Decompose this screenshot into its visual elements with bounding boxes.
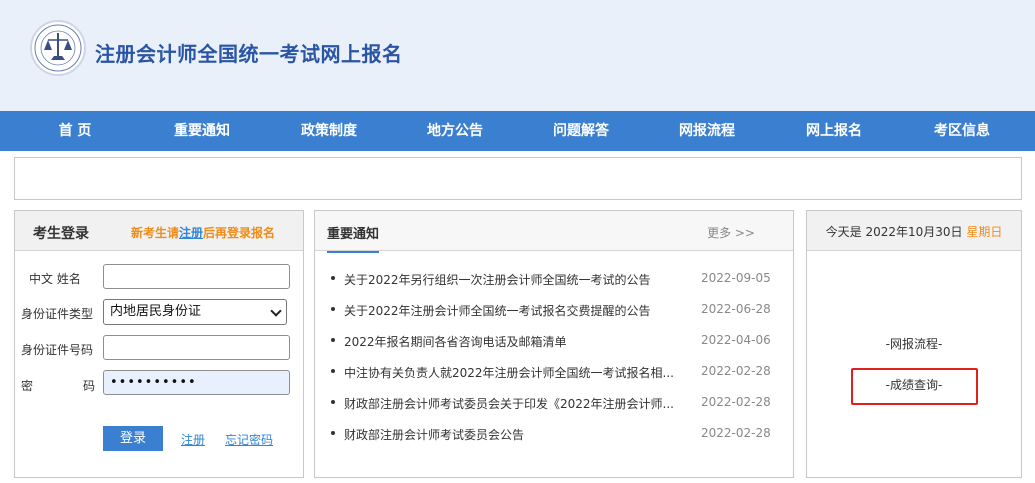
- login-hint: 新考生请注册后再登录报名: [131, 224, 275, 241]
- notice-title[interactable]: 2022年报名期间各省咨询电话及邮箱清单: [344, 333, 674, 350]
- more-link[interactable]: 更多 >>: [707, 224, 755, 241]
- password-label-2: 码: [83, 379, 96, 393]
- chevron-down-icon: [270, 305, 282, 317]
- bullet-icon: [331, 338, 335, 342]
- notice-title[interactable]: 中注协有关负责人就2022年注册会计师全国统一考试报名相...: [344, 364, 674, 381]
- login-hint-register-link[interactable]: 注册: [179, 226, 203, 240]
- nav-item-faq[interactable]: 问题解答: [531, 111, 631, 151]
- id-number-field[interactable]: [103, 335, 290, 360]
- login-hint-prefix: 新考生请: [131, 226, 180, 240]
- cicpa-emblem-icon: [30, 20, 86, 76]
- bullet-icon: [331, 307, 335, 311]
- score-query-highlight: [851, 368, 978, 405]
- notice-date: 2022-04-06: [701, 333, 771, 347]
- name-field[interactable]: [103, 264, 290, 289]
- today-panel-header: 今天是 2022年10月30日 星期日: [807, 211, 1021, 251]
- notice-item[interactable]: 2022年报名期间各省咨询电话及邮箱清单 2022-04-06: [331, 331, 783, 351]
- notice-item[interactable]: 关于2022年另行组织一次注册会计师全国统一考试的公告 2022-09-05: [331, 269, 783, 289]
- nav-item-exam-area-info[interactable]: 考区信息: [912, 111, 1012, 151]
- login-panel: 考生登录 新考生请注册后再登录报名 中文 姓名 身份证件类型 内地居民身份证 身…: [14, 210, 304, 478]
- nav-item-online-registration[interactable]: 网上报名: [784, 111, 884, 151]
- name-label: 中文 姓名: [29, 272, 81, 286]
- password-label-1: 密: [21, 379, 34, 393]
- notice-title[interactable]: 关于2022年注册会计师全国统一考试报名交费提醒的公告: [344, 302, 674, 319]
- bullet-icon: [331, 276, 335, 280]
- notice-date: 2022-02-28: [701, 364, 771, 378]
- bullet-icon: [331, 369, 335, 373]
- login-hint-suffix: 后再登录报名: [203, 226, 276, 240]
- today-weekday: 星期日: [966, 225, 1003, 239]
- register-link[interactable]: 注册: [181, 431, 205, 448]
- nav-item-home[interactable]: 首 页: [25, 111, 125, 151]
- banner-area: [14, 157, 1022, 200]
- notice-item[interactable]: 中注协有关负责人就2022年注册会计师全国统一考试报名相... 2022-02-…: [331, 362, 783, 382]
- id-type-select[interactable]: 内地居民身份证: [103, 299, 287, 325]
- notices-panel: 重要通知 更多 >> 关于2022年另行组织一次注册会计师全国统一考试的公告 2…: [314, 210, 794, 478]
- id-type-label: 身份证件类型: [21, 307, 94, 321]
- id-type-selected-value: 内地居民身份证: [110, 304, 202, 319]
- notice-date: 2022-09-05: [701, 271, 771, 285]
- notice-date: 2022-06-28: [701, 302, 771, 316]
- id-number-label: 身份证件号码: [21, 343, 94, 357]
- notices-title[interactable]: 重要通知: [327, 223, 380, 253]
- login-panel-header: 考生登录 新考生请注册后再登录报名: [15, 211, 303, 251]
- site-header: 注册会计师全国统一考试网上报名: [0, 0, 1035, 111]
- notice-date: 2022-02-28: [701, 426, 771, 440]
- process-link[interactable]: -网报流程-: [807, 335, 1021, 352]
- today-panel: 今天是 2022年10月30日 星期日 -网报流程- -成绩查询-: [806, 210, 1022, 478]
- today-date: 今天是 2022年10月30日 星期日: [807, 223, 1021, 240]
- notices-panel-header: 重要通知 更多 >>: [315, 211, 793, 253]
- nav-item-local-announcements[interactable]: 地方公告: [405, 111, 505, 151]
- nav-item-process[interactable]: 网报流程: [657, 111, 757, 151]
- notice-item[interactable]: 关于2022年注册会计师全国统一考试报名交费提醒的公告 2022-06-28: [331, 300, 783, 320]
- notice-item[interactable]: 财政部注册会计师考试委员会关于印发《2022年注册会计师... 2022-02-…: [331, 393, 783, 413]
- nav-item-policies[interactable]: 政策制度: [279, 111, 379, 151]
- notice-title[interactable]: 关于2022年另行组织一次注册会计师全国统一考试的公告: [344, 271, 674, 288]
- site-title: 注册会计师全国统一考试网上报名: [95, 42, 403, 66]
- forgot-password-link[interactable]: 忘记密码: [225, 431, 273, 448]
- main-nav: 首 页 重要通知 政策制度 地方公告 问题解答 网报流程 网上报名 考区信息: [0, 111, 1035, 151]
- notice-item[interactable]: 财政部注册会计师考试委员会公告 2022-02-28: [331, 424, 783, 444]
- today-date-text: 今天是 2022年10月30日: [825, 225, 963, 239]
- nav-item-important-notices[interactable]: 重要通知: [152, 111, 252, 151]
- notice-date: 2022-02-28: [701, 395, 771, 409]
- login-title: 考生登录: [33, 226, 89, 242]
- notice-title[interactable]: 财政部注册会计师考试委员会公告: [344, 426, 674, 443]
- login-button[interactable]: 登录: [103, 426, 163, 451]
- bullet-icon: [331, 431, 335, 435]
- bullet-icon: [331, 400, 335, 404]
- notice-title[interactable]: 财政部注册会计师考试委员会关于印发《2022年注册会计师...: [344, 395, 674, 412]
- password-field[interactable]: ••••••••••: [103, 370, 290, 395]
